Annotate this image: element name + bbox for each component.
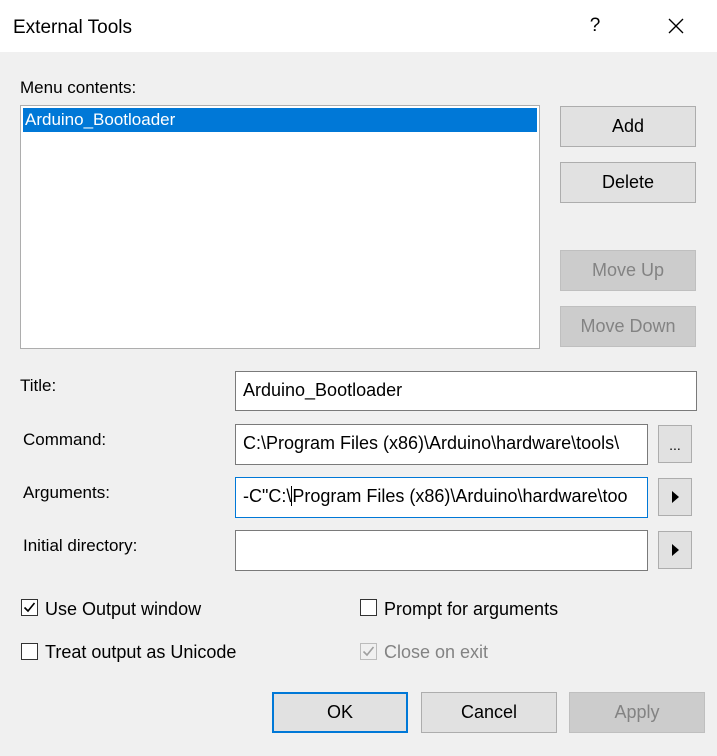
use-output-window-checkbox[interactable] <box>21 599 38 616</box>
delete-button[interactable]: Delete <box>560 162 696 203</box>
list-item[interactable]: Arduino_Bootloader <box>23 108 537 132</box>
arguments-menu-button[interactable] <box>658 478 692 516</box>
treat-output-as-unicode-checkbox[interactable] <box>21 643 38 660</box>
cancel-button[interactable]: Cancel <box>421 692 557 733</box>
close-button[interactable] <box>656 9 696 43</box>
triangle-right-icon <box>672 491 679 503</box>
command-field[interactable]: C:\Program Files (x86)\Arduino\hardware\… <box>235 424 648 465</box>
ok-button[interactable]: OK <box>272 692 408 733</box>
browse-button[interactable]: ... <box>658 425 692 463</box>
initial-directory-menu-button[interactable] <box>658 531 692 569</box>
title-field[interactable]: Arduino_Bootloader <box>235 371 697 411</box>
arguments-text-before-caret: -C"C:\ <box>243 486 292 506</box>
triangle-right-icon <box>672 544 679 556</box>
use-output-window-label[interactable]: Use Output window <box>45 599 201 620</box>
initial-directory-label: Initial directory: <box>23 536 138 555</box>
title-label: Title: <box>20 376 57 395</box>
add-button[interactable]: Add <box>560 106 696 147</box>
command-label: Command: <box>23 430 107 449</box>
close-icon <box>668 18 684 34</box>
prompt-for-arguments-label[interactable]: Prompt for arguments <box>384 599 558 620</box>
close-on-exit-label[interactable]: Close on exit <box>384 642 488 663</box>
apply-button[interactable]: Apply <box>569 692 705 733</box>
arguments-text-after-caret: Program Files (x86)\Arduino\hardware\too <box>292 486 628 506</box>
window-title: External Tools <box>13 17 132 38</box>
close-on-exit-checkbox[interactable] <box>360 643 377 660</box>
arguments-label: Arguments: <box>23 483 110 502</box>
treat-output-as-unicode-label[interactable]: Treat output as Unicode <box>45 642 236 663</box>
menu-contents-list[interactable]: Arduino_Bootloader <box>20 105 540 349</box>
initial-directory-field[interactable] <box>235 530 648 571</box>
arguments-field[interactable]: -C"C:\Program Files (x86)\Arduino\hardwa… <box>235 477 648 518</box>
move-down-button[interactable]: Move Down <box>560 306 696 347</box>
menu-contents-label: Menu contents: <box>20 78 137 97</box>
checkmark-icon <box>362 646 375 657</box>
move-up-button[interactable]: Move Up <box>560 250 696 291</box>
checkmark-icon <box>23 602 36 613</box>
help-button[interactable]: ? <box>580 9 610 43</box>
prompt-for-arguments-checkbox[interactable] <box>360 599 377 616</box>
